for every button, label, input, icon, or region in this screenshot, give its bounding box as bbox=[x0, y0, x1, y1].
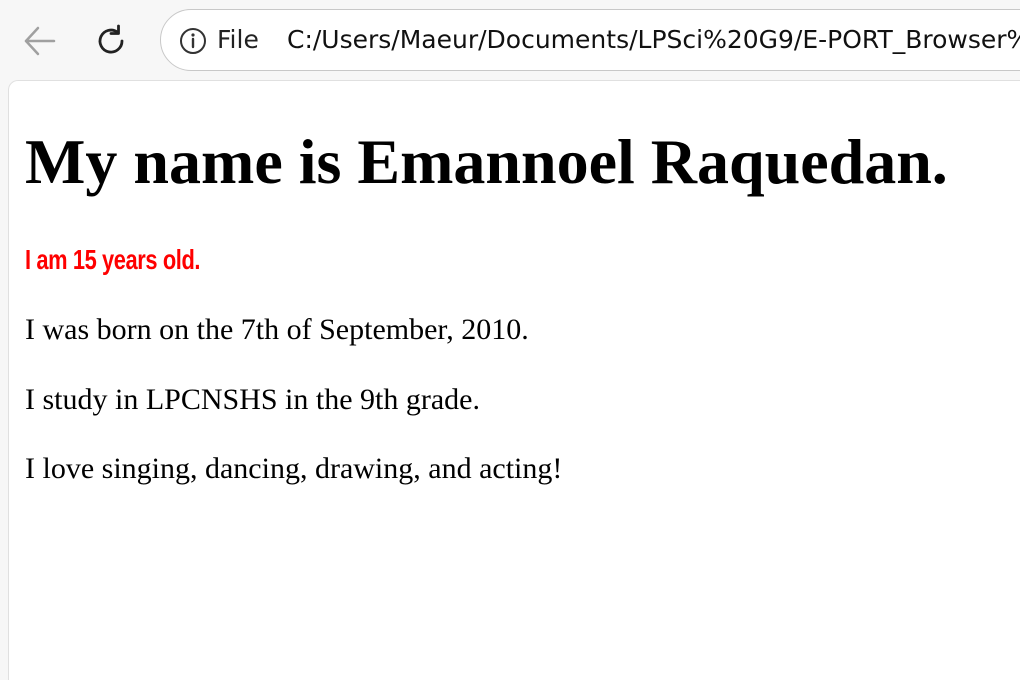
reload-button[interactable] bbox=[91, 21, 131, 61]
info-icon[interactable] bbox=[179, 27, 207, 55]
page-content: My name is Emannoel Raquedan. I am 15 ye… bbox=[8, 80, 1020, 680]
back-button[interactable] bbox=[20, 21, 60, 61]
age-text: I am 15 years old. bbox=[25, 244, 201, 275]
birth-paragraph: I was born on the 7th of September, 2010… bbox=[25, 313, 529, 346]
page-heading: My name is Emannoel Raquedan. bbox=[25, 126, 948, 197]
back-arrow-icon bbox=[24, 26, 56, 56]
browser-toolbar: File C:/Users/Maeur/Documents/LPSci%20G9… bbox=[0, 0, 1020, 80]
scheme-label: File bbox=[217, 25, 259, 54]
reload-icon bbox=[98, 24, 124, 54]
hobbies-paragraph: I love singing, dancing, drawing, and ac… bbox=[25, 452, 563, 485]
address-bar[interactable]: File C:/Users/Maeur/Documents/LPSci%20G9… bbox=[160, 9, 1020, 71]
url-text[interactable]: C:/Users/Maeur/Documents/LPSci%20G9/E-PO… bbox=[287, 24, 1020, 56]
school-paragraph: I study in LPCNSHS in the 9th grade. bbox=[25, 383, 480, 416]
